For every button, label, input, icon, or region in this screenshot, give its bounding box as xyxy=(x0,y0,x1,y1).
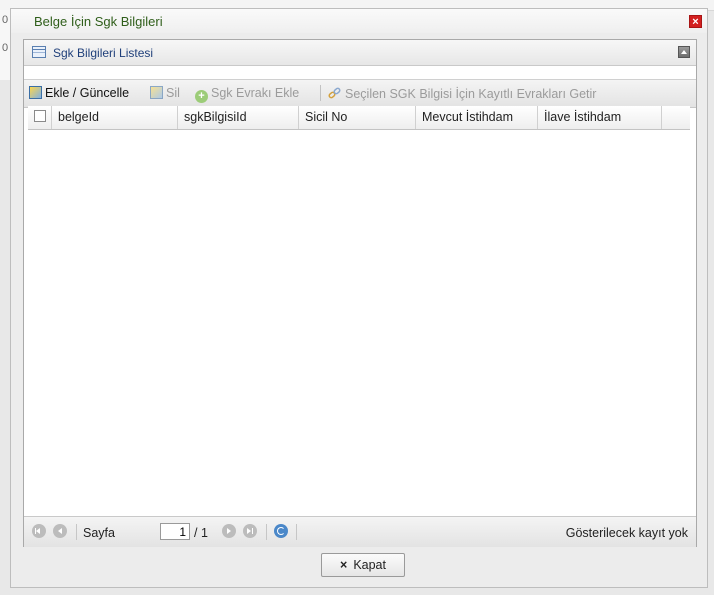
link-icon xyxy=(328,87,341,99)
toolbar: Ekle / Güncelle Sil + Sgk Evrakı Ekle Seç… xyxy=(24,79,696,108)
collapse-icon[interactable] xyxy=(678,46,690,58)
edit-update-label: Ekle / Güncelle xyxy=(45,86,130,100)
prev-page-icon[interactable] xyxy=(53,524,67,538)
fetch-documents-button[interactable]: Seçilen SGK Bilgisi İçin Kayıtlı Evrakla… xyxy=(328,86,596,101)
add-sgk-document-label: Sgk Evrakı Ekle xyxy=(211,86,300,100)
delete-label: Sil xyxy=(166,86,180,100)
delete-button[interactable]: Sil xyxy=(150,86,180,100)
page-label: Sayfa xyxy=(83,526,115,540)
column-header-belgeid[interactable]: belgeId xyxy=(52,106,178,129)
last-page-icon[interactable] xyxy=(243,524,257,538)
close-button-label: Kapat xyxy=(353,558,386,572)
column-header-label: Mevcut İstihdam xyxy=(422,110,514,124)
background-row-marker: 0 xyxy=(2,14,9,26)
pager-separator xyxy=(76,524,77,540)
add-circle-icon: + xyxy=(195,90,208,103)
column-header-label: sgkBilgisiId xyxy=(184,110,247,124)
panel-title: Sgk Bilgileri Listesi xyxy=(53,46,154,60)
edit-update-button[interactable]: Ekle / Güncelle xyxy=(29,86,129,100)
close-button[interactable]: × Kapat xyxy=(321,553,405,577)
delete-icon xyxy=(150,86,163,99)
toolbar-separator xyxy=(320,85,321,101)
column-header-label: İlave İstihdam xyxy=(544,110,622,124)
column-header-mevcut-istihdam[interactable]: Mevcut İstihdam xyxy=(416,106,538,129)
page-number-input[interactable] xyxy=(160,523,190,540)
sgk-list-panel: Sgk Bilgileri Listesi Ekle / Güncelle Si… xyxy=(23,39,697,547)
column-header-sicil-no[interactable]: Sicil No xyxy=(299,106,416,129)
next-page-icon[interactable] xyxy=(222,524,236,538)
close-icon[interactable]: × xyxy=(689,15,702,28)
page-total: / 1 xyxy=(194,526,208,540)
fetch-documents-label: Seçilen SGK Bilgisi İçin Kayıtlı Evrakla… xyxy=(345,87,597,101)
pager: Sayfa / 1 Gösterilecek kayıt yok xyxy=(24,516,696,547)
select-all-checkbox[interactable] xyxy=(34,110,46,122)
dialog-title: Belge İçin Sgk Bilgileri xyxy=(34,14,163,29)
first-page-icon[interactable] xyxy=(32,524,46,538)
grid-icon xyxy=(32,46,46,58)
column-header-ilave-istihdam[interactable]: İlave İstihdam xyxy=(538,106,662,129)
edit-icon xyxy=(29,86,42,99)
panel-header: Sgk Bilgileri Listesi xyxy=(24,40,696,66)
column-header-label: belgeId xyxy=(58,110,100,124)
background-row-marker: 0 xyxy=(2,42,9,54)
pager-separator xyxy=(266,524,267,540)
refresh-icon[interactable] xyxy=(274,524,288,538)
close-x-icon: × xyxy=(340,558,348,572)
select-all-column xyxy=(28,106,52,129)
dialog-title-bar[interactable]: Belge İçin Sgk Bilgileri × xyxy=(11,9,707,33)
record-status: Gösterilecek kayıt yok xyxy=(565,526,688,540)
pager-separator xyxy=(296,524,297,540)
column-header-label: Sicil No xyxy=(305,110,348,124)
sgk-info-dialog: Belge İçin Sgk Bilgileri × Sgk Bilgileri… xyxy=(10,8,708,588)
column-header-sgkbilgisiid[interactable]: sgkBilgisiId xyxy=(178,106,299,129)
add-sgk-document-button[interactable]: + Sgk Evrakı Ekle xyxy=(195,86,299,103)
grid-header: belgeId sgkBilgisiId Sicil No Mevcut İst… xyxy=(28,106,690,130)
